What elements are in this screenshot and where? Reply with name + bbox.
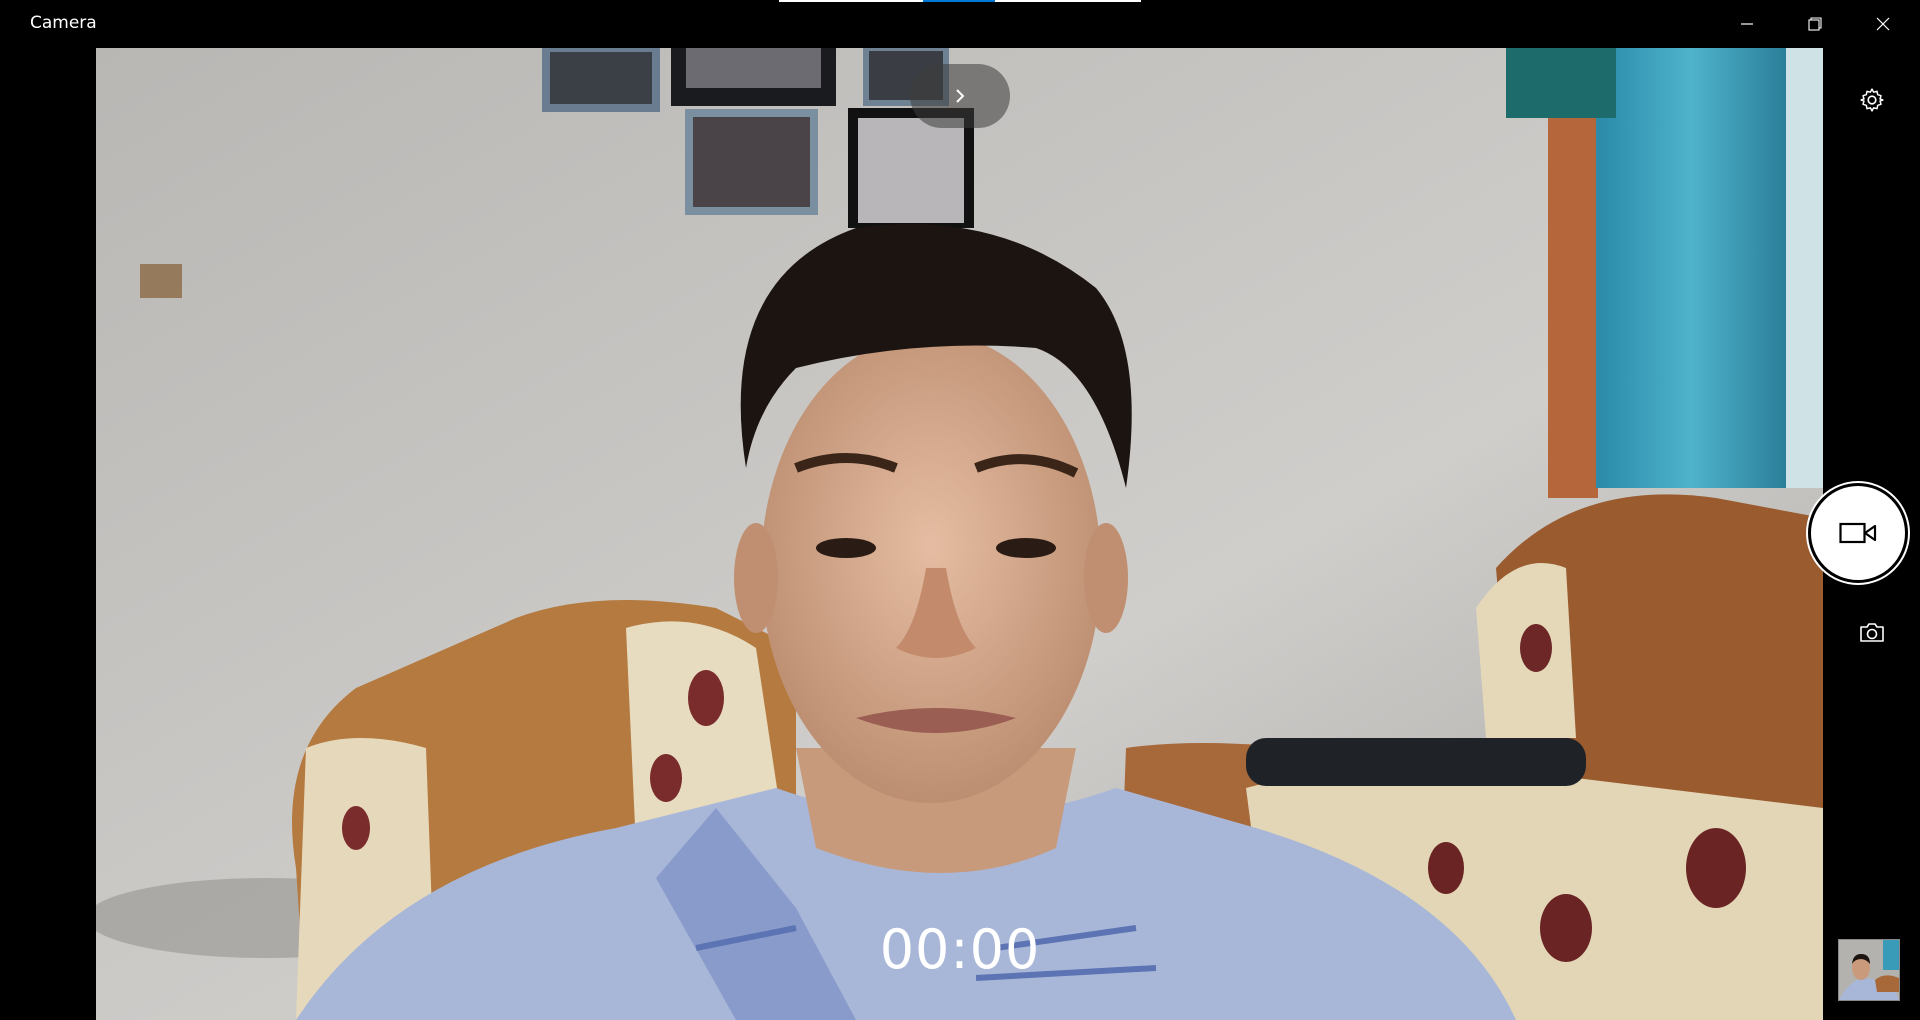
camera-preview[interactable] — [96, 48, 1823, 1020]
video-record-button[interactable] — [1808, 483, 1908, 583]
recording-timer: 00:00 — [879, 918, 1041, 981]
mode-indicator-right — [995, 0, 1141, 2]
close-icon — [1876, 17, 1890, 31]
thumbnail-image — [1839, 940, 1899, 1000]
chevron-right-icon — [956, 89, 965, 103]
minimize-icon — [1741, 23, 1753, 25]
mode-indicator-left — [779, 0, 923, 2]
photo-mode-button[interactable] — [1852, 612, 1892, 652]
video-camera-icon — [1839, 522, 1877, 544]
restore-icon — [1808, 17, 1822, 31]
camera-icon — [1860, 623, 1884, 642]
app-title: Camera — [30, 13, 97, 33]
preview-image — [96, 48, 1823, 1020]
mode-indicator-active — [923, 0, 995, 2]
settings-button[interactable] — [1852, 80, 1892, 120]
title-bar: Camera — [0, 0, 1920, 48]
close-button[interactable] — [1836, 0, 1920, 48]
expand-options-button[interactable] — [910, 64, 1010, 128]
gear-icon — [1860, 88, 1884, 112]
last-capture-thumbnail[interactable] — [1838, 939, 1900, 1001]
